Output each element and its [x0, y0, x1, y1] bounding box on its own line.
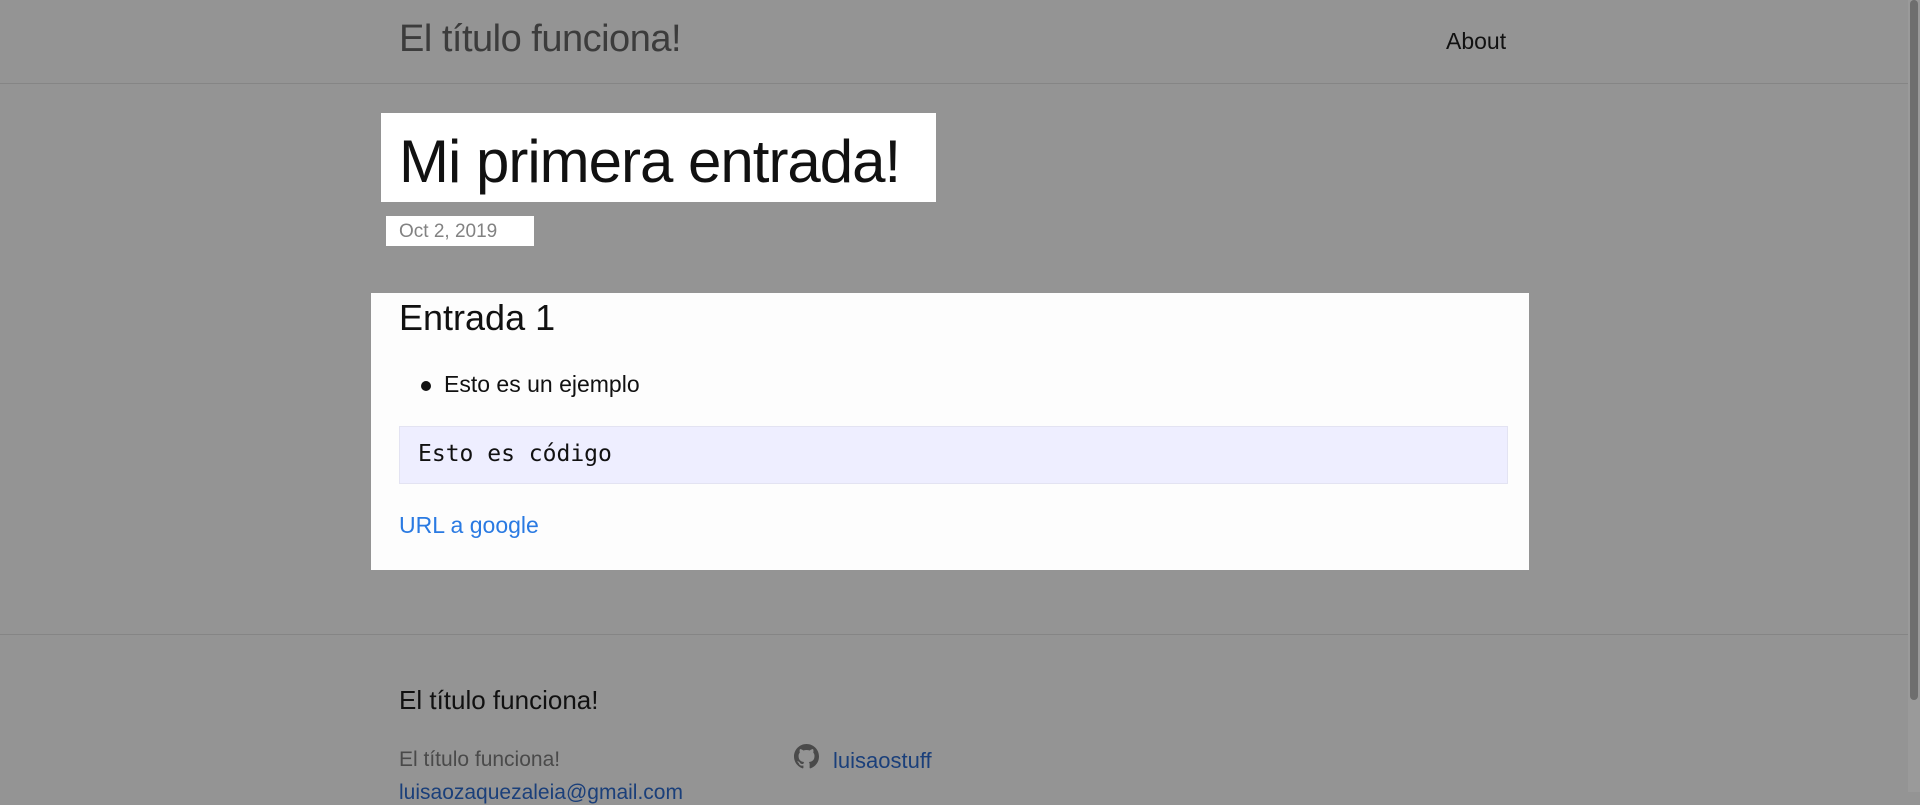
site-header: El título funciona! About [0, 0, 1908, 84]
nav-link-about[interactable]: About [1446, 28, 1506, 55]
post-date: Oct 2, 2019 [399, 221, 498, 242]
code-block: Esto es código [399, 426, 1508, 484]
list-item: Esto es un ejemplo [444, 371, 640, 397]
google-link[interactable]: URL a google [399, 512, 539, 539]
post-content: Entrada 1 Esto es un ejemplo Esto es cód… [371, 293, 1529, 570]
github-icon[interactable] [794, 744, 819, 769]
site-footer: El título funciona! El título funciona! … [0, 634, 1908, 804]
bullet-icon [421, 381, 431, 391]
post-title: Mi primera entrada! [399, 128, 901, 195]
code-text: Esto es código [418, 441, 612, 467]
vertical-scrollbar[interactable] [1908, 0, 1920, 792]
scrollbar-thumb[interactable] [1910, 0, 1918, 700]
footer-site-name: El título funciona! [399, 748, 561, 771]
site-title[interactable]: El título funciona! [399, 18, 682, 61]
post-title-highlight: Mi primera entrada! [381, 113, 936, 202]
github-username-link[interactable]: luisaostuff [833, 748, 932, 774]
content-heading: Entrada 1 [399, 297, 556, 338]
footer-heading: El título funciona! [399, 685, 599, 715]
footer-email-link[interactable]: luisaozaquezaleia@gmail.com [399, 781, 683, 805]
post-date-highlight: Oct 2, 2019 [386, 216, 534, 246]
